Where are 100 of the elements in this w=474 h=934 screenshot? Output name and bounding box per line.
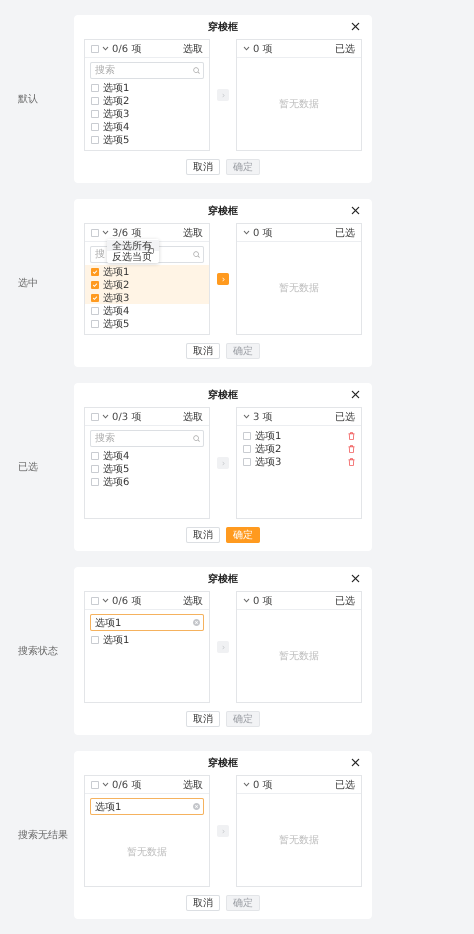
- list-item[interactable]: 选项3: [237, 455, 361, 468]
- chevron-down-icon[interactable]: [102, 782, 109, 787]
- checkbox[interactable]: [243, 458, 251, 466]
- list-item[interactable]: 选项1: [237, 429, 361, 442]
- checkbox[interactable]: [91, 452, 99, 460]
- item-count: 3 项: [253, 410, 273, 424]
- list-item[interactable]: 选项1: [85, 265, 209, 278]
- search-field[interactable]: 搜索: [90, 62, 204, 79]
- close-icon[interactable]: [351, 206, 360, 215]
- list-item[interactable]: 选项4: [85, 304, 209, 317]
- item-count: 0/6 项: [112, 594, 142, 608]
- empty-text: 暂无数据: [279, 282, 319, 295]
- list-item[interactable]: 选项5: [85, 133, 209, 146]
- search-field[interactable]: 搜索: [90, 430, 204, 447]
- search-icon: [193, 435, 200, 442]
- checkbox[interactable]: [91, 294, 99, 302]
- item-count: 0 项: [253, 42, 273, 56]
- list-item[interactable]: 选项2: [85, 278, 209, 291]
- checkbox[interactable]: [91, 280, 99, 288]
- chevron-down-icon[interactable]: [102, 230, 109, 235]
- cancel-button[interactable]: 取消: [186, 527, 220, 543]
- checkbox[interactable]: [91, 228, 99, 236]
- panel-title: 已选: [335, 42, 355, 56]
- dialog-title: 穿梭框: [208, 20, 238, 34]
- checkbox[interactable]: [91, 110, 99, 118]
- close-icon[interactable]: [351, 758, 360, 767]
- list-item[interactable]: 选项1: [85, 81, 209, 94]
- checkbox[interactable]: [91, 306, 99, 314]
- checkbox[interactable]: [91, 96, 99, 104]
- transfer-button[interactable]: [217, 457, 229, 469]
- item-count: 0 项: [253, 226, 273, 240]
- list-item[interactable]: 选项3: [85, 107, 209, 120]
- search-field[interactable]: 选项1: [90, 614, 204, 631]
- checkbox[interactable]: [91, 636, 99, 644]
- checkbox[interactable]: [91, 122, 99, 130]
- search-icon: [193, 67, 200, 74]
- state-label: 已选: [17, 460, 39, 474]
- dialog-title: 穿梭框: [208, 204, 238, 218]
- checkbox[interactable]: [91, 780, 99, 788]
- list-item[interactable]: 选项2: [237, 442, 361, 455]
- checkbox[interactable]: [91, 84, 99, 92]
- checkbox[interactable]: [91, 136, 99, 144]
- list-item[interactable]: 选项4: [85, 449, 209, 462]
- clear-icon[interactable]: [193, 803, 200, 810]
- chevron-down-icon[interactable]: [102, 598, 109, 603]
- state-label: 搜索无结果: [17, 828, 69, 842]
- cancel-button[interactable]: 取消: [186, 895, 220, 911]
- chevron-down-icon[interactable]: [243, 414, 250, 419]
- chevron-right-icon: [222, 828, 224, 834]
- chevron-right-icon: [222, 644, 224, 650]
- panel-title: 已选: [335, 226, 355, 240]
- checkbox[interactable]: [91, 596, 99, 604]
- checkbox[interactable]: [91, 478, 99, 486]
- chevron-down-icon[interactable]: [243, 46, 250, 51]
- cancel-button[interactable]: 取消: [186, 343, 220, 359]
- clear-icon[interactable]: [193, 619, 200, 626]
- panel-title: 已选: [335, 594, 355, 608]
- panel-title: 选取: [183, 594, 203, 608]
- list-item[interactable]: 选项5: [85, 462, 209, 475]
- cancel-button[interactable]: 取消: [186, 159, 220, 175]
- list-item[interactable]: 选项6: [85, 475, 209, 488]
- transfer-button[interactable]: [217, 89, 229, 101]
- trash-icon[interactable]: [348, 432, 355, 440]
- list-item[interactable]: 选项3: [85, 291, 209, 304]
- checkbox[interactable]: [91, 412, 99, 420]
- panel-title: 选取: [183, 42, 203, 56]
- search-field[interactable]: 选项1: [90, 798, 204, 815]
- chevron-down-icon[interactable]: [243, 598, 250, 603]
- list-item[interactable]: 选项4: [85, 120, 209, 133]
- list-item[interactable]: 选项2: [85, 94, 209, 107]
- close-icon[interactable]: [351, 22, 360, 31]
- trash-icon[interactable]: [348, 458, 355, 466]
- checkbox[interactable]: [243, 432, 251, 440]
- checkbox[interactable]: [91, 320, 99, 328]
- cancel-button[interactable]: 取消: [186, 711, 220, 727]
- panel-title: 选取: [183, 226, 203, 240]
- state-label: 选中: [17, 276, 39, 290]
- panel-title: 选取: [183, 778, 203, 792]
- chevron-down-icon[interactable]: [102, 414, 109, 419]
- chevron-down-icon[interactable]: [243, 230, 250, 235]
- transfer-button[interactable]: [217, 273, 229, 285]
- checkbox[interactable]: [91, 44, 99, 52]
- checkbox[interactable]: [91, 268, 99, 276]
- checkbox[interactable]: [243, 444, 251, 452]
- chevron-right-icon: [222, 92, 224, 98]
- transfer-button[interactable]: [217, 641, 229, 653]
- trash-icon[interactable]: [348, 444, 355, 452]
- state-label: 默认: [17, 93, 39, 106]
- empty-text: 暂无数据: [279, 98, 319, 111]
- list-item[interactable]: 选项1: [85, 633, 209, 646]
- menu-item[interactable]: 反选当页: [107, 251, 159, 262]
- chevron-down-icon[interactable]: [243, 782, 250, 787]
- close-icon[interactable]: [351, 574, 360, 583]
- checkbox[interactable]: [91, 464, 99, 472]
- chevron-down-icon[interactable]: [102, 46, 109, 51]
- panel-title: 已选: [335, 410, 355, 424]
- list-item[interactable]: 选项5: [85, 317, 209, 330]
- item-count: 3/6 项: [112, 226, 142, 240]
- close-icon[interactable]: [351, 390, 360, 399]
- transfer-button[interactable]: [217, 825, 229, 837]
